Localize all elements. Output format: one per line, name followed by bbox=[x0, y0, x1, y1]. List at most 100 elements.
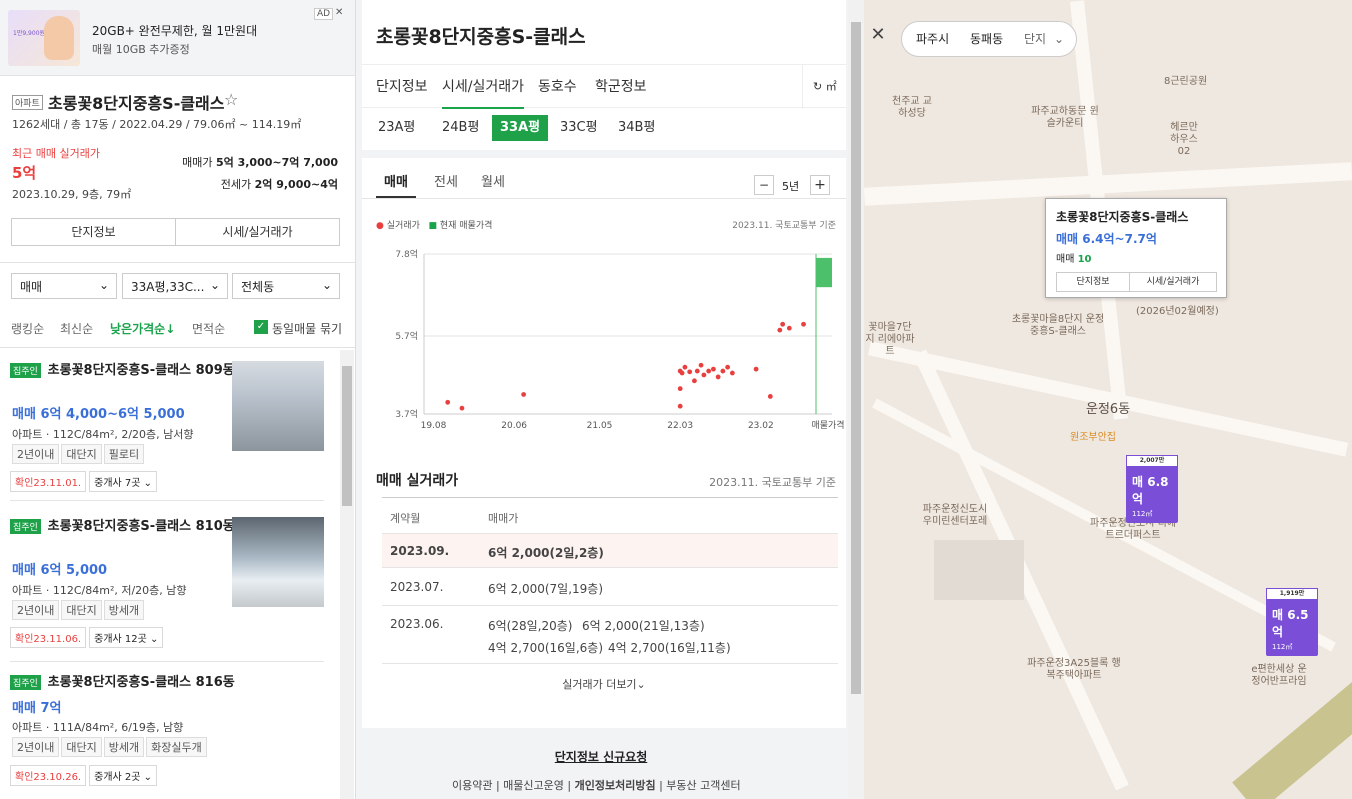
listing-scrollbar[interactable] bbox=[340, 350, 354, 799]
trade-point bbox=[725, 364, 731, 370]
divider bbox=[10, 500, 324, 501]
crumb-dong[interactable]: 동패동 bbox=[970, 22, 1003, 56]
footer-link-report[interactable]: 매물신고운영 bbox=[503, 779, 564, 792]
map-label: 초롱꽃마을8단지 운정중흥S-클래스 bbox=[1011, 314, 1105, 337]
trade-point bbox=[729, 370, 735, 376]
price-marker[interactable]: 1,919만 매 6.5억 112㎡ bbox=[1266, 588, 1318, 656]
listing-title[interactable]: 초롱꽃8단지중흥S-클래스 809동 bbox=[48, 363, 235, 378]
complex-info: 1262세대 / 총 17동 / 2022.04.29 / 79.06㎡ ~ 1… bbox=[12, 118, 302, 131]
sort-low-price[interactable]: 낮은가격순↓ bbox=[110, 320, 175, 337]
listing-item[interactable]: 집주인 초롱꽃8단지중흥S-클래스 816동 매매 7억 아파트 · 111A/… bbox=[10, 673, 324, 793]
breadcrumb[interactable]: 파주시 동패동 단지 ⌄ bbox=[901, 21, 1077, 57]
footer-link-privacy[interactable]: 개인정보처리방침 bbox=[575, 779, 656, 792]
complex-popup[interactable]: 초롱꽃8단지중흥S-클래스 매매 6.4억~7.7억 매매 10 단지정보 시세… bbox=[1045, 198, 1227, 298]
detail-title: 초롱꽃8단지중흥S-클래스 bbox=[376, 26, 586, 48]
footer-links: 이용약관 | 매물신고운영 | 개인정보처리방침 | 부동산 고객센터 bbox=[452, 779, 741, 792]
popup-price-button[interactable]: 시세/실거래가 bbox=[1129, 272, 1217, 292]
trade-price: 6억 2,000(21일,13층) bbox=[582, 619, 705, 633]
detail-tabs: 단지정보 시세/실거래가 동호수 학군정보 ↻ ㎡ bbox=[362, 64, 846, 109]
ad-badge: AD bbox=[314, 8, 334, 20]
favorite-star-icon[interactable]: ☆ bbox=[224, 90, 238, 109]
agents-dropdown[interactable]: 중개사 7곳 ⌄ bbox=[89, 471, 158, 492]
tab-complex-info[interactable]: 단지정보 bbox=[376, 65, 428, 109]
table-row[interactable]: 2023.06. 6억(28일,20층) 6억 2,000(21일,13층) 4… bbox=[382, 606, 838, 664]
pyeong-tab[interactable]: 33C평 bbox=[552, 115, 606, 141]
dong-value: 전체동 bbox=[241, 280, 275, 294]
trade-price: 4억 2,700(16일,6층) bbox=[488, 641, 604, 655]
y-tick-label: 5.7억 bbox=[395, 330, 418, 342]
map-label: 파주운정신도시 우미린센터포레 bbox=[922, 504, 988, 527]
group-checkbox[interactable]: ✓ bbox=[254, 320, 268, 334]
table-row[interactable]: 2023.07. 6억 2,000(7일,19층) bbox=[382, 568, 838, 606]
listing-photo[interactable] bbox=[232, 517, 324, 607]
period-minus-button[interactable]: − bbox=[754, 175, 774, 195]
trade-point bbox=[715, 374, 721, 380]
size-select[interactable]: 33A평,33C... ⌄ bbox=[122, 273, 228, 299]
agents-dropdown[interactable]: 중개사 12곳 ⌄ bbox=[89, 627, 164, 648]
ad-banner[interactable]: 1만9,900원 20GB+ 완전무제한, 월 1만원대 매월 10GB 추가증… bbox=[0, 0, 355, 76]
pyeong-tab-active[interactable]: 33A평 bbox=[492, 115, 549, 141]
listing-item[interactable]: 집주인 초롱꽃8단지중흥S-클래스 809동 매매 6억 4,000~6억 5,… bbox=[10, 361, 324, 496]
deal-tab-jeonse[interactable]: 전세 bbox=[434, 158, 458, 198]
sale-price-range: 매매가 5억 3,000~7억 7,000 bbox=[182, 154, 338, 170]
listing-title[interactable]: 초롱꽃8단지중흥S-클래스 816동 bbox=[48, 675, 235, 690]
ad-close-icon[interactable]: ✕ bbox=[335, 7, 343, 18]
complex-name: 초롱꽃8단지중흥S-클래스 bbox=[48, 94, 225, 113]
crumb-complex[interactable]: 단지 bbox=[1024, 22, 1046, 56]
sort-ranking[interactable]: 랭킹순 bbox=[11, 320, 44, 337]
listing-photo[interactable] bbox=[232, 361, 324, 451]
deal-tab-sale[interactable]: 매매 bbox=[376, 158, 416, 198]
size-value: 33A평,33C... bbox=[131, 280, 205, 294]
period-plus-button[interactable]: + bbox=[810, 175, 830, 195]
deal-type-select[interactable]: 매매 ⌄ bbox=[11, 273, 117, 299]
map-label: 원조부안집 bbox=[1070, 432, 1116, 443]
tab-price[interactable]: 시세/실거래가 bbox=[442, 65, 524, 109]
x-tick-label: 20.06 bbox=[501, 421, 527, 431]
close-icon[interactable]: ✕ bbox=[868, 24, 888, 45]
table-row[interactable]: 2023.09. 6억 2,000(2일,2층) bbox=[382, 534, 838, 568]
sort-area[interactable]: 면적순 bbox=[192, 320, 225, 337]
unit-toggle-button[interactable]: ↻ ㎡ bbox=[802, 65, 846, 109]
map-view[interactable]: 8근린공원 파주교하동문 윈슬카운티 천주교 교하성당 헤르만 하우스02 초롱… bbox=[864, 0, 1352, 799]
trade-point bbox=[720, 368, 726, 374]
listing-title[interactable]: 초롱꽃8단지중흥S-클래스 810동 bbox=[48, 519, 235, 534]
detail-scrollbar[interactable] bbox=[848, 0, 864, 799]
pyeong-tab[interactable]: 34B평 bbox=[610, 115, 663, 141]
scrollbar-thumb[interactable] bbox=[851, 22, 861, 694]
marker-unit-price: 2,007만 bbox=[1126, 455, 1178, 467]
ad-thumbnail: 1만9,900원 bbox=[8, 10, 80, 66]
listing-item[interactable]: 집주인 초롱꽃8단지중흥S-클래스 810동 매매 6억 5,000 아파트 ·… bbox=[10, 517, 324, 652]
complex-info-button[interactable]: 단지정보 bbox=[11, 218, 176, 246]
trade-point bbox=[687, 369, 693, 375]
complex-request-link[interactable]: 단지정보 신규요청 bbox=[356, 748, 846, 765]
price-marker[interactable]: 2,007만 매 6.8억 112㎡ bbox=[1126, 455, 1178, 523]
crumb-city[interactable]: 파주시 bbox=[916, 22, 949, 56]
footer-link-terms[interactable]: 이용약관 bbox=[452, 779, 492, 792]
agents-dropdown[interactable]: 중개사 2곳 ⌄ bbox=[89, 765, 158, 786]
tab-school[interactable]: 학군정보 bbox=[595, 65, 647, 109]
popup-count-value: 10 bbox=[1077, 254, 1092, 265]
trade-point bbox=[710, 366, 716, 372]
trade-date: 2023.07. bbox=[390, 580, 444, 594]
popup-info-button[interactable]: 단지정보 bbox=[1056, 272, 1130, 292]
deal-tab-monthly[interactable]: 월세 bbox=[481, 158, 505, 198]
footer-link-support[interactable]: 부동산 고객센터 bbox=[666, 779, 740, 792]
tab-units[interactable]: 동호수 bbox=[538, 65, 577, 109]
trade-point bbox=[682, 364, 688, 370]
owner-badge: 집주인 bbox=[10, 675, 41, 690]
dong-select[interactable]: 전체동 ⌄ bbox=[232, 273, 340, 299]
trade-price: 4억 2,700(16일,11층) bbox=[608, 641, 731, 655]
scrollbar-thumb[interactable] bbox=[342, 366, 352, 506]
pyeong-tab[interactable]: 24B평 bbox=[434, 115, 487, 141]
complex-type-badge: 아파트 bbox=[12, 95, 43, 110]
marker-unit-price: 1,919만 bbox=[1266, 588, 1318, 600]
complex-price-button[interactable]: 시세/실거래가 bbox=[175, 218, 340, 246]
map-label: (2026년02월예정) bbox=[1136, 306, 1219, 317]
trade-point bbox=[459, 405, 465, 411]
recent-trade-label: 최근 매매 실거래가 bbox=[12, 147, 100, 160]
more-trades-button[interactable]: 실거래가 더보기⌄ bbox=[362, 676, 846, 692]
pyeong-tab[interactable]: 23A평 bbox=[370, 115, 423, 141]
sort-latest[interactable]: 최신순 bbox=[60, 320, 93, 337]
map-label: e편한세상 운정어반프라임 bbox=[1251, 664, 1307, 687]
trade-point bbox=[677, 386, 683, 392]
